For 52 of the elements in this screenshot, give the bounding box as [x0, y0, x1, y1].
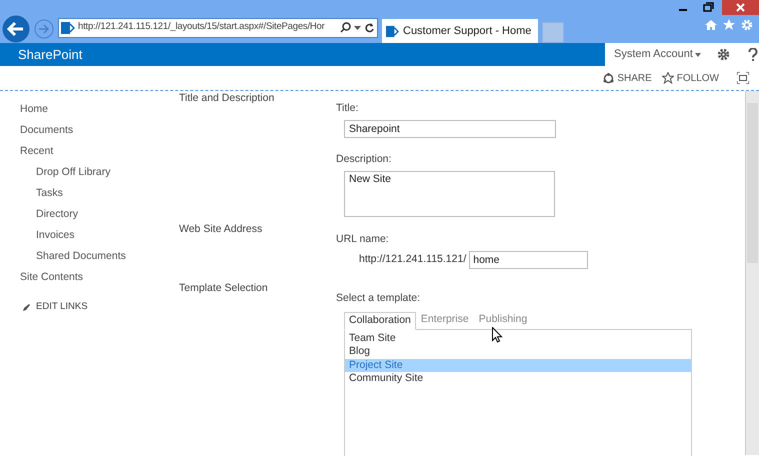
refresh-icon[interactable] — [364, 22, 375, 33]
template-tab[interactable]: Collaboration — [344, 312, 416, 330]
description-field[interactable]: New Site — [344, 170, 555, 216]
nav-link[interactable]: Home — [20, 99, 170, 120]
dropdown-icon[interactable] — [354, 26, 361, 30]
address-bar[interactable]: http://121.241.115.121/_layouts/15/start.aspx#/SitePages/Hor — [58, 18, 378, 38]
template-tab[interactable]: Publishing — [474, 312, 532, 329]
close-icon[interactable] — [722, 0, 759, 15]
back-button[interactable] — [2, 15, 30, 43]
share-icon — [603, 72, 614, 84]
edit-links-button[interactable]: EDIT LINKS — [22, 300, 170, 314]
template-option[interactable]: Blog — [345, 345, 691, 359]
nav-link[interactable]: Recent — [20, 141, 170, 162]
section-heading: Web Site Address — [178, 222, 264, 237]
template-tab[interactable]: Enterprise — [416, 312, 474, 329]
search-icon[interactable] — [340, 22, 351, 33]
mouse-cursor-icon — [492, 327, 503, 343]
star-icon[interactable] — [723, 19, 735, 31]
nav-link[interactable]: Directory — [20, 204, 170, 225]
star-icon — [662, 72, 674, 84]
scrollbar[interactable] — [745, 91, 759, 455]
field-label: URL name: — [336, 232, 390, 247]
site-icon — [386, 24, 399, 38]
nav-link[interactable]: Tasks — [20, 183, 170, 204]
field-label: Description: — [336, 152, 392, 167]
nav-link[interactable]: Invoices — [20, 225, 170, 246]
brand-title[interactable]: SharePoint — [18, 44, 82, 64]
field-label: Title: — [336, 101, 360, 116]
template-option[interactable]: Team Site — [345, 332, 691, 346]
nav-link[interactable]: Site Contents — [20, 267, 170, 288]
url-prefix: http://121.241.115.121/ — [359, 252, 466, 267]
title-field[interactable]: Sharepoint — [344, 120, 556, 138]
share-button[interactable]: SHARE — [603, 70, 652, 86]
nav-link[interactable]: Shared Documents — [20, 246, 170, 267]
address-text: http://121.241.115.121/_layouts/15/start.aspx#/SitePages/Hor — [78, 20, 326, 34]
help-icon[interactable] — [748, 48, 758, 61]
nav-link[interactable]: Drop Off Library — [20, 162, 170, 183]
template-option[interactable]: Community Site — [345, 372, 691, 386]
user-menu[interactable]: System Account — [614, 46, 693, 63]
settings-icon[interactable] — [716, 48, 730, 61]
follow-button[interactable]: FOLLOW — [662, 70, 719, 86]
url-field[interactable]: home — [469, 250, 588, 269]
section-heading: Title and Description — [178, 91, 276, 106]
browser-tab[interactable]: Customer Support - Home — [382, 19, 538, 43]
focus-icon[interactable] — [737, 72, 749, 84]
tab-title: Customer Support - Home — [403, 24, 532, 39]
field-label: Select a template: — [336, 291, 422, 306]
pencil-icon — [22, 302, 31, 312]
nav-link[interactable]: Documents — [20, 120, 170, 141]
caret-icon[interactable] — [694, 52, 701, 56]
site-icon — [61, 20, 75, 34]
section-heading: Template Selection — [178, 281, 269, 296]
